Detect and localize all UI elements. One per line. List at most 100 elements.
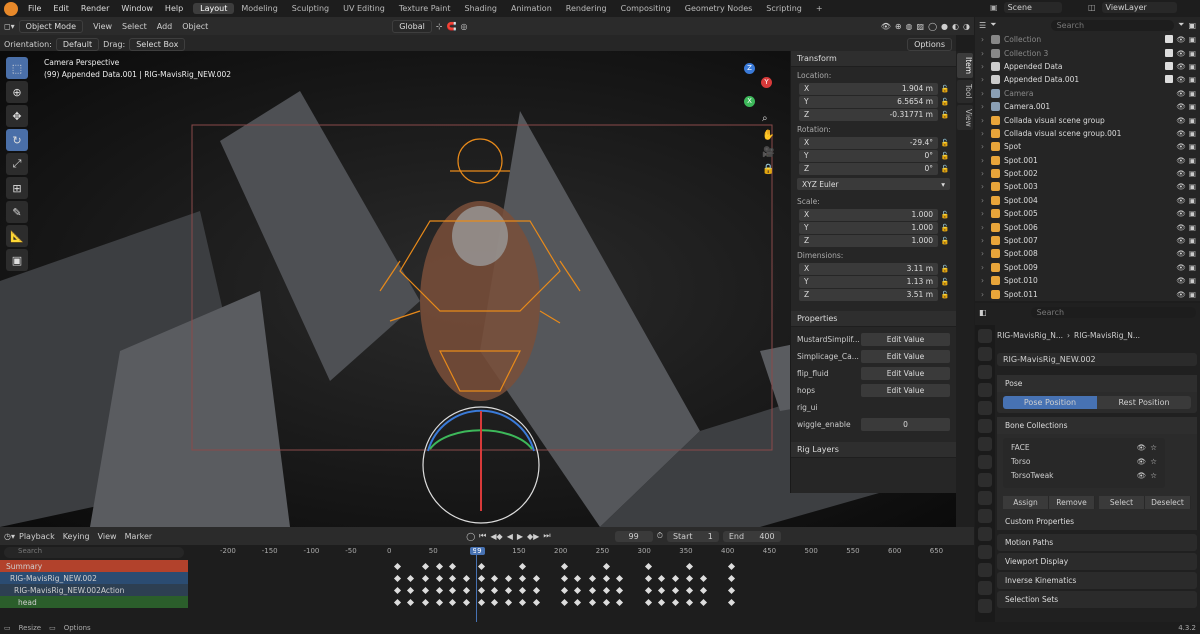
viewport-menu-add[interactable]: Add xyxy=(157,22,173,31)
properties-tab-output-icon[interactable] xyxy=(978,365,992,379)
keyframe[interactable] xyxy=(727,574,736,583)
expand-arrow-icon[interactable]: › xyxy=(981,156,991,165)
camera-render-icon[interactable]: ▣ xyxy=(1189,35,1196,44)
lock-icon[interactable]: 🔓 xyxy=(938,224,952,232)
pose-section-header[interactable]: Pose xyxy=(997,375,1197,392)
keyframe[interactable] xyxy=(644,598,652,607)
scale-x-field[interactable]: X 1.000 xyxy=(799,208,938,221)
outliner-item[interactable]: › Spot 👁 ▣ xyxy=(975,140,1200,153)
transform-tool[interactable]: ⊞ xyxy=(6,177,28,199)
expand-arrow-icon[interactable]: › xyxy=(981,102,991,111)
dimensions-x-field[interactable]: X 3.11 m xyxy=(799,262,938,275)
section-selection-sets[interactable]: Selection Sets xyxy=(997,591,1197,608)
keyframe[interactable] xyxy=(644,562,652,571)
eye-icon[interactable]: 👁 xyxy=(1176,182,1186,191)
tab-rendering[interactable]: Rendering xyxy=(559,3,614,14)
properties-tab-tool-icon[interactable] xyxy=(978,329,992,343)
keyframe[interactable] xyxy=(393,574,402,583)
properties-tab-bone-constraints-icon[interactable] xyxy=(978,563,992,577)
keyframe[interactable] xyxy=(532,598,540,607)
properties-tab-texture-icon[interactable] xyxy=(978,599,992,613)
assign-button[interactable]: Assign xyxy=(1003,496,1049,509)
rig-layers-section-header[interactable]: Rig Layers xyxy=(791,442,956,458)
channel-rig-mavisrig-new-002[interactable]: RIG-MavisRig_NEW.002 xyxy=(0,572,188,584)
sidebar-tab-view[interactable]: View xyxy=(957,104,973,131)
expand-arrow-icon[interactable]: › xyxy=(981,75,991,84)
exclude-checkbox[interactable] xyxy=(1165,48,1174,57)
dimensions-y-field[interactable]: Y 1.13 m xyxy=(799,275,938,288)
location-z-field[interactable]: Z -0.31771 m xyxy=(799,108,938,121)
blender-logo-icon[interactable] xyxy=(4,1,18,16)
outliner-item[interactable]: › Camera 👁 ▣ xyxy=(975,87,1200,100)
keyframe[interactable] xyxy=(477,562,485,571)
solid-shading-icon[interactable]: ● xyxy=(941,22,948,31)
eye-icon[interactable]: 👁 xyxy=(1176,116,1186,125)
pose-position-button[interactable]: Pose Position xyxy=(1003,396,1097,409)
eye-icon[interactable]: 👁 xyxy=(1176,129,1186,138)
keyframe[interactable] xyxy=(532,586,540,595)
tab-scripting[interactable]: Scripting xyxy=(759,3,809,14)
rotation-x-field[interactable]: X -29.4° xyxy=(799,136,938,149)
select-box-tool[interactable]: ⬚ xyxy=(6,57,28,79)
outliner-item[interactable]: › Collada visual scene group 👁 ▣ xyxy=(975,113,1200,126)
view-layer-selector[interactable]: ViewLayer xyxy=(1101,2,1177,13)
keyframe[interactable] xyxy=(699,586,707,595)
lock-icon[interactable]: 🔓 xyxy=(938,291,952,299)
keyframe[interactable] xyxy=(644,586,652,595)
scale-z-field[interactable]: Z 1.000 xyxy=(799,234,938,247)
lock-icon[interactable]: 🔓 xyxy=(938,278,952,286)
outliner-item[interactable]: › Spot.001 👁 ▣ xyxy=(975,154,1200,167)
properties-tab-view-layer-icon[interactable] xyxy=(978,383,992,397)
keyframe[interactable] xyxy=(644,574,652,583)
keyframe[interactable] xyxy=(616,586,624,595)
outliner-item[interactable]: › Spot.008 👁 ▣ xyxy=(975,247,1200,260)
measure-tool[interactable]: 📐 xyxy=(6,225,28,247)
keyframe[interactable] xyxy=(560,598,569,607)
keyframe[interactable] xyxy=(560,586,569,595)
channel-head[interactable]: head xyxy=(0,596,188,608)
keyframe[interactable] xyxy=(393,562,402,571)
keyframe[interactable] xyxy=(602,562,610,571)
timeline-editor-icon[interactable]: ◷▾ xyxy=(4,532,15,541)
outliner-item[interactable]: › Spot.002 👁 ▣ xyxy=(975,167,1200,180)
menu-edit[interactable]: Edit xyxy=(47,4,75,13)
annotate-tool[interactable]: ✎ xyxy=(6,201,28,223)
keyframe[interactable] xyxy=(435,562,443,571)
camera-render-icon[interactable]: ▣ xyxy=(1189,62,1196,71)
eye-icon[interactable]: 👁 xyxy=(1137,443,1147,452)
camera-render-icon[interactable]: ▣ xyxy=(1189,263,1196,272)
keyframe[interactable] xyxy=(407,574,415,583)
eye-icon[interactable]: 👁 xyxy=(1176,290,1186,299)
keyframe[interactable] xyxy=(672,586,680,595)
menu-window[interactable]: Window xyxy=(115,4,159,13)
bone-collection-torsotweak[interactable]: TorsoTweak 👁 ☆ xyxy=(1005,468,1163,482)
keyframe[interactable] xyxy=(686,586,694,595)
camera-render-icon[interactable]: ▣ xyxy=(1189,156,1196,165)
keyframe[interactable] xyxy=(435,586,443,595)
zoom-icon[interactable]: ⌕ xyxy=(762,113,774,124)
jump-end-icon[interactable]: ⏭ xyxy=(543,531,550,541)
drag-dropdown[interactable]: Select Box xyxy=(129,37,186,51)
properties-tab-bone-icon[interactable] xyxy=(978,545,992,559)
tab-geometry-nodes[interactable]: Geometry Nodes xyxy=(678,3,759,14)
menu-render[interactable]: Render xyxy=(75,4,115,13)
location-y-field[interactable]: Y 6.5654 m xyxy=(799,95,938,108)
properties-tab-modifiers-icon[interactable] xyxy=(978,455,992,469)
properties-tab-physics-icon[interactable] xyxy=(978,491,992,505)
eye-icon[interactable]: 👁 xyxy=(1176,236,1186,245)
timeline-menu-marker[interactable]: Marker xyxy=(125,532,153,541)
expand-arrow-icon[interactable]: › xyxy=(981,209,991,218)
section-viewport-display[interactable]: Viewport Display xyxy=(997,553,1197,570)
exclude-checkbox[interactable] xyxy=(1165,61,1174,70)
overlay-toggle-icon[interactable]: ◍ xyxy=(906,22,913,31)
gizmo-toggle-icon[interactable]: ⊕ xyxy=(895,22,902,31)
tab-shading[interactable]: Shading xyxy=(457,3,504,14)
expand-arrow-icon[interactable]: › xyxy=(981,35,991,44)
play-reverse-icon[interactable]: ◀ xyxy=(507,532,513,541)
eye-icon[interactable]: 👁 xyxy=(1176,196,1186,205)
scene-selector[interactable]: Scene xyxy=(1003,2,1062,13)
keyframe[interactable] xyxy=(699,574,707,583)
eye-icon[interactable]: 👁 xyxy=(1176,223,1186,232)
properties-tab-constraints-icon[interactable] xyxy=(978,509,992,523)
camera-render-icon[interactable]: ▣ xyxy=(1189,249,1196,258)
